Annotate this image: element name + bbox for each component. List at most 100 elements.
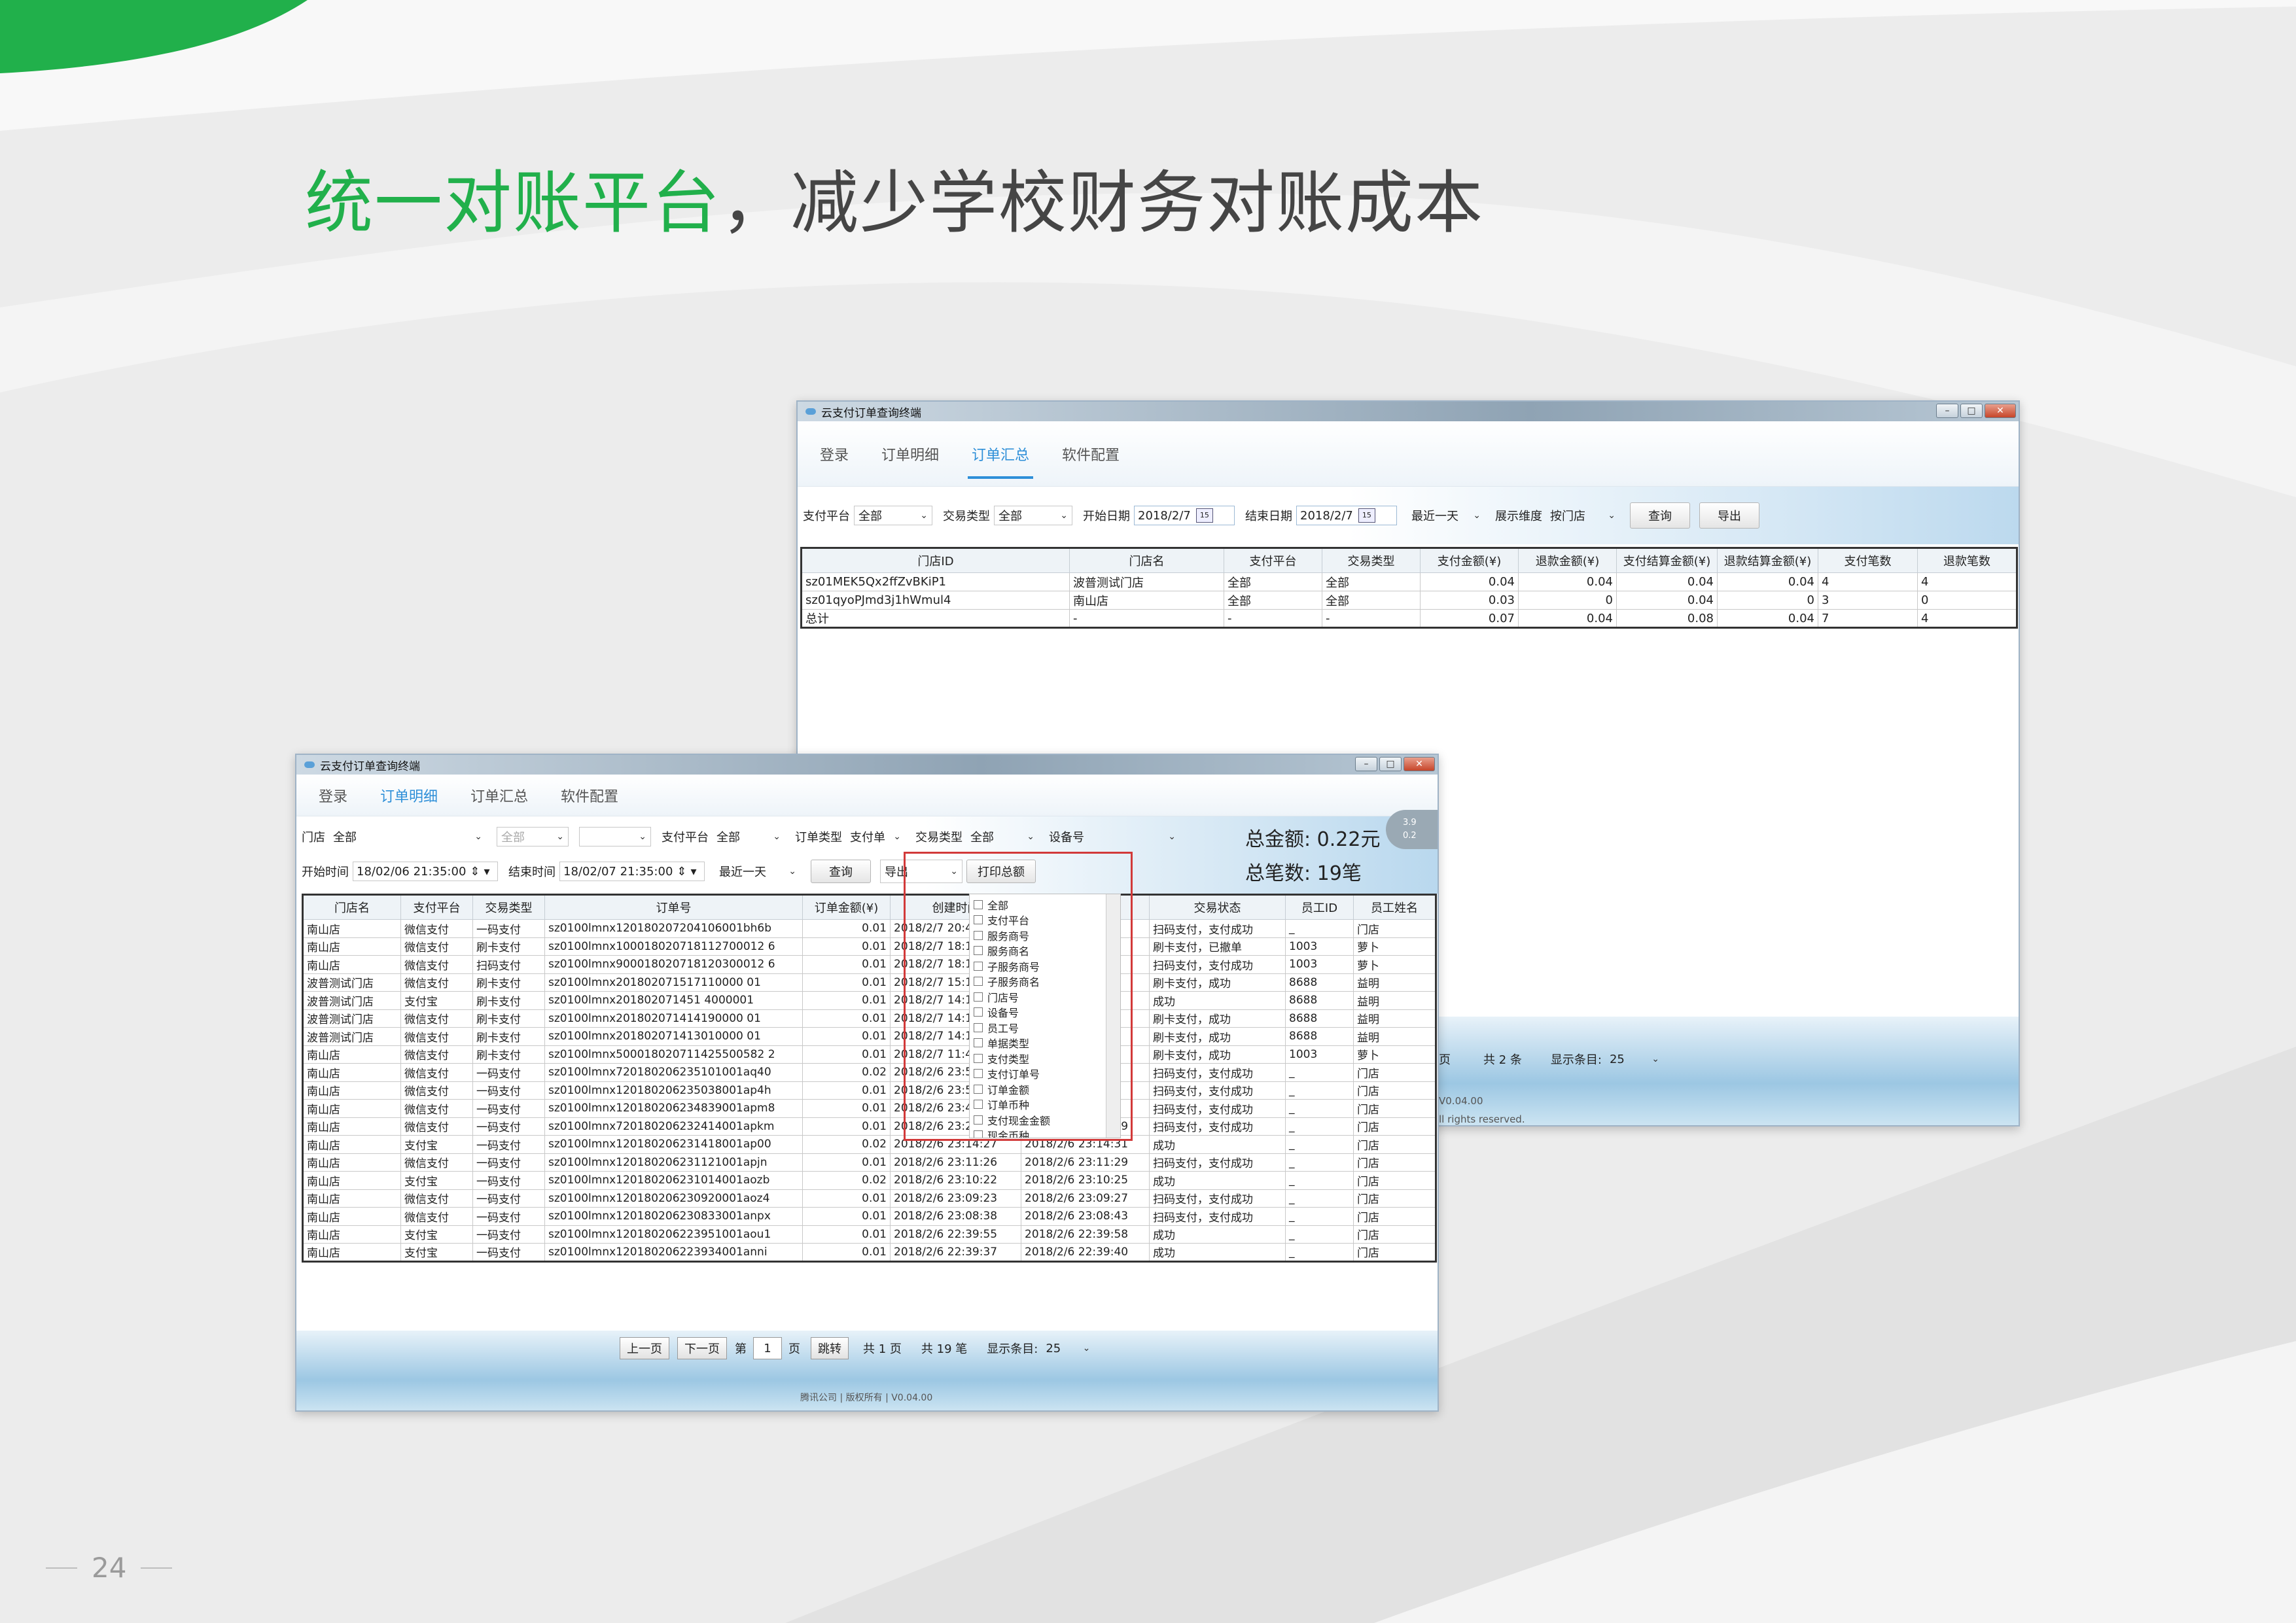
table-cell: 南山店 [302, 1045, 401, 1064]
table-cell: 刷卡支付 [472, 1027, 545, 1046]
date-range-select[interactable]: 最近一天 ⌄ [715, 862, 800, 881]
spinner-icon[interactable]: ⇕ [677, 865, 686, 879]
query-button[interactable]: 查询 [1630, 502, 1690, 529]
maximize-icon[interactable]: □ [1960, 404, 1983, 418]
trade-type-value: 全部 [970, 831, 994, 845]
table-cell: 微信支付 [400, 1153, 473, 1172]
table-cell: 刷卡支付 [472, 973, 545, 992]
table-row[interactable]: 南山店 支付宝 一码支付 sz0100lmnx120180206223934001an… [302, 1243, 1436, 1262]
title-rest: ，减少学校财务对账成本 [721, 163, 1485, 243]
version-text: V0.04.00 [1439, 1095, 1483, 1107]
next-page-button[interactable]: 下一页 [677, 1337, 727, 1359]
table-cell: _ [1285, 1063, 1354, 1082]
table-cell: sz0100lmnx120180206231121001apjn [544, 1153, 803, 1172]
close-icon[interactable]: ✕ [1404, 757, 1435, 771]
page-size-value: 25 [1046, 1341, 1061, 1355]
table-cell: 微信支付 [400, 973, 473, 992]
tab-order-summary[interactable]: 订单汇总 [968, 444, 1034, 479]
start-date-input[interactable]: 2018/2/7 15 [1134, 506, 1235, 525]
query-button[interactable]: 查询 [811, 860, 871, 883]
spinner-icon[interactable]: ⇕ [470, 865, 480, 879]
table-row[interactable]: 南山店 微信支付 一码支付 sz0100lmnx720180206232414001a… [302, 1117, 1436, 1136]
table-cell: 4 [1917, 609, 2017, 628]
pay-platform-select[interactable]: 全部 ⌄ [713, 827, 785, 846]
tab-order-detail[interactable]: 订单明细 [881, 444, 939, 464]
table-row[interactable]: 南山店 微信支付 一码支付 sz0100lmnx120180207204106001b… [302, 919, 1436, 938]
table-row[interactable]: 南山店 微信支付 一码支付 sz0100lmnx120180206231121001a… [302, 1153, 1436, 1172]
table-cell: 0 [1518, 591, 1617, 610]
tab-order-detail[interactable]: 订单明细 [376, 785, 442, 820]
table-cell: _ [1285, 1207, 1354, 1226]
table-cell: 南山店 [302, 1135, 401, 1154]
side-badge: 3.9 0.2 [1386, 810, 1438, 849]
table-cell: 0.01 [802, 1099, 891, 1118]
table-cell: 2018/2/6 22:39:37 [890, 1243, 1021, 1262]
trade-type-select[interactable]: 全部 ⌄ [994, 506, 1072, 525]
tab-login[interactable]: 登录 [820, 444, 849, 464]
table-row[interactable]: sz01qyoPJmd3j1hWmul4 南山店 全部 全部 0.03 0 0.04 0 3 0 [801, 591, 2017, 610]
table-row[interactable]: 南山店 微信支付 刷卡支付 sz0100lmnx5000180207114255005… [302, 1045, 1436, 1064]
table-cell: sz0100lmnx720180206232414001apkm [544, 1117, 803, 1136]
start-time-input[interactable]: 18/02/06 21:35:00 ⇕ ▾ [353, 862, 498, 881]
calendar-icon[interactable]: 15 [1195, 508, 1213, 523]
dimension-select[interactable]: 按门店 ⌄ [1546, 506, 1619, 525]
table-row[interactable]: 总计 - - -0.07 0.04 0.08 0.04 7 4 [801, 609, 2017, 628]
calendar-icon[interactable]: 15 [1358, 508, 1375, 523]
table-row[interactable]: 南山店 微信支付 一码支付 sz0100lmnx120180206230833001a… [302, 1207, 1436, 1226]
table-cell: 门店 [1353, 1153, 1436, 1172]
table-row[interactable]: 南山店 微信支付 一码支付 sz0100lmnx120180206230920001a… [302, 1189, 1436, 1208]
column-header: 退款结算金额(¥) [1717, 548, 1818, 573]
window-titlebar[interactable]: 云支付订单查询终端 – □ ✕ [798, 402, 2019, 421]
table-cell: 支付宝 [400, 1135, 473, 1154]
tab-settings[interactable]: 软件配置 [1062, 444, 1120, 464]
table-row[interactable]: sz01MEK5Qx2ffZvBKiP1 波普测试门店 全部 全部 0.04 0.04 0.… [801, 572, 2017, 591]
date-range-select[interactable]: 最近一天 ⌄ [1407, 506, 1485, 525]
device-select[interactable]: ⌄ [1088, 827, 1180, 846]
tab-order-summary[interactable]: 订单汇总 [470, 785, 528, 806]
extra-select[interactable]: ⌄ [579, 827, 651, 846]
chevron-down-icon[interactable]: ▾ [484, 865, 490, 879]
table-cell: 成功 [1149, 1225, 1286, 1244]
minimize-icon[interactable]: – [1936, 404, 1958, 418]
maximize-icon[interactable]: □ [1379, 757, 1402, 771]
filter-bar: 支付平台 全部 ⌄ 交易类型 全部 ⌄ 开始日期 2018/2/7 15 结束日期 2… [798, 487, 2019, 544]
device-label: 设备号 [1049, 831, 1084, 845]
table-row[interactable]: 南山店 微信支付 扫码支付 sz0100lmnx9000180207181203000… [302, 955, 1436, 974]
table-row[interactable]: 南山店 支付宝 一码支付 sz0100lmnx120180206231418001ap… [302, 1135, 1436, 1154]
table-cell: 门店 [1353, 1099, 1436, 1118]
table-cell: 微信支付 [400, 1099, 473, 1118]
window-titlebar[interactable]: 云支付订单查询终端 – □ ✕ [296, 755, 1438, 775]
order-type-select[interactable]: 支付单 ⌄ [846, 827, 905, 846]
page-input[interactable]: 1 [753, 1337, 782, 1359]
pay-platform-select[interactable]: 全部 ⌄ [854, 506, 932, 525]
table-row[interactable]: 南山店 微信支付 一码支付 sz0100lmnx720180206235101001a… [302, 1063, 1436, 1082]
table-row[interactable]: 波普测试门店 微信支付 刷卡支付 sz0100lmnx2018020714130100… [302, 1027, 1436, 1046]
table-row[interactable]: 南山店 微信支付 一码支付 sz0100lmnx120180206234839001a… [302, 1099, 1436, 1118]
page-size-select[interactable]: 25 ⌄ [1606, 1049, 1663, 1069]
chevron-down-icon[interactable]: ▾ [691, 865, 697, 879]
tab-settings[interactable]: 软件配置 [561, 785, 618, 806]
end-date-input[interactable]: 2018/2/7 15 [1296, 506, 1397, 525]
table-row[interactable]: 波普测试门店 支付宝 刷卡支付 sz0100lmnx201802071451 4000… [302, 991, 1436, 1010]
column-header: 支付笔数 [1818, 548, 1918, 573]
sub-store-select[interactable]: 全部 ⌄ [497, 827, 569, 846]
table-cell: 全部 [1322, 572, 1421, 591]
table-row[interactable]: 波普测试门店 微信支付 刷卡支付 sz0100lmnx2018020715171100… [302, 973, 1436, 992]
tab-login[interactable]: 登录 [319, 785, 347, 806]
trade-type-select[interactable]: 全部 ⌄ [966, 827, 1038, 846]
table-row[interactable]: 南山店 微信支付 刷卡支付 sz0100lmnx1000180207181127000… [302, 937, 1436, 956]
table-cell: 2018/2/6 23:09:27 [1021, 1189, 1150, 1208]
prev-page-button[interactable]: 上一页 [620, 1337, 669, 1359]
export-button[interactable]: 导出 [1699, 502, 1759, 529]
table-cell: - [1069, 609, 1224, 628]
table-row[interactable]: 南山店 支付宝 一码支付 sz0100lmnx120180206223951001ao… [302, 1225, 1436, 1244]
table-row[interactable]: 波普测试门店 微信支付 刷卡支付 sz0100lmnx2018020714141900… [302, 1009, 1436, 1028]
page-size-select[interactable]: 25 ⌄ [1042, 1338, 1094, 1358]
minimize-icon[interactable]: – [1355, 757, 1377, 771]
table-row[interactable]: 南山店 微信支付 一码支付 sz0100lmnx120180206235038001a… [302, 1081, 1436, 1100]
close-icon[interactable]: ✕ [1985, 404, 2016, 418]
end-time-input[interactable]: 18/02/07 21:35:00 ⇕ ▾ [559, 862, 705, 881]
table-row[interactable]: 南山店 支付宝 一码支付 sz0100lmnx120180206231014001ao… [302, 1171, 1436, 1190]
jump-button[interactable]: 跳转 [811, 1337, 849, 1359]
store-select[interactable]: 全部 ⌄ [329, 827, 486, 846]
